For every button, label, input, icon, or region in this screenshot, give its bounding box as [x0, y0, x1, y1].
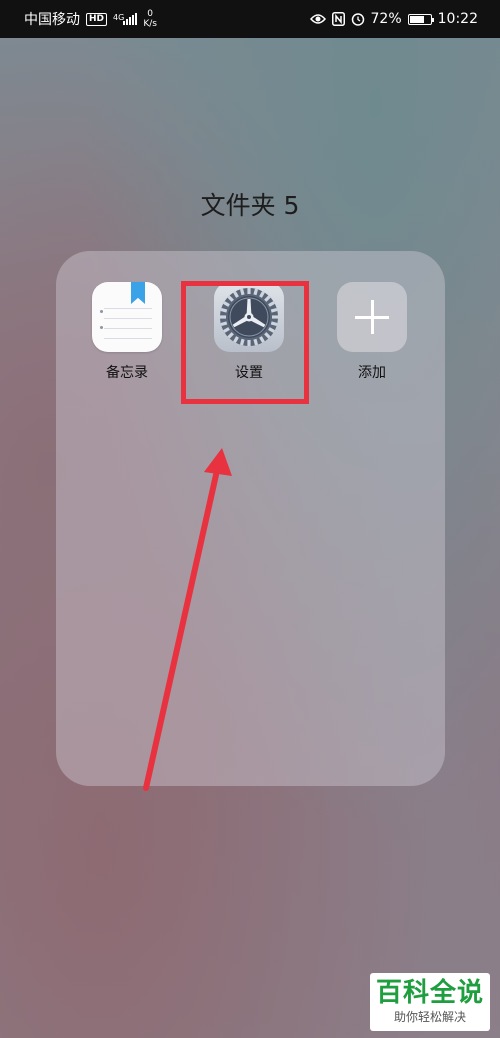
net-speed: 0 K/s: [143, 9, 157, 29]
watermark-subtitle: 助你轻松解决: [393, 1010, 466, 1024]
nfc-icon: [331, 12, 345, 26]
app-label-add: 添加: [358, 365, 386, 381]
app-label-memo: 备忘录: [106, 365, 148, 381]
hd-badge: HD: [86, 12, 108, 26]
app-memo[interactable]: 备忘录: [82, 282, 172, 382]
status-bar: 中国移动 HD 4G 0 K/s 72% 10:22: [0, 0, 500, 38]
folder-title[interactable]: 文件夹 5: [0, 186, 500, 222]
battery-icon: [407, 13, 434, 25]
alarm-icon: [351, 12, 365, 26]
signal-icon: 4G: [113, 13, 138, 25]
net-speed-unit: K/s: [143, 19, 157, 29]
add-app-button[interactable]: 添加: [327, 282, 417, 382]
memo-icon: [92, 282, 162, 352]
status-bar-left: 中国移动 HD 4G 0 K/s: [24, 9, 157, 29]
watermark-title: 百科全说: [375, 978, 484, 1008]
eye-icon: [309, 13, 326, 25]
status-bar-right: 72% 10:22: [309, 11, 478, 27]
annotation-highlight-box: [181, 281, 309, 404]
bookmark-icon: [131, 282, 145, 304]
watermark: 百科全说 助你轻松解决: [370, 973, 490, 1031]
clock-time: 10:22: [437, 11, 478, 27]
net-speed-value: 0: [147, 9, 153, 19]
battery-fill: [409, 15, 425, 23]
carrier-name: 中国移动: [24, 12, 80, 28]
plus-icon: [337, 282, 407, 352]
battery-percent: 72%: [370, 11, 402, 27]
